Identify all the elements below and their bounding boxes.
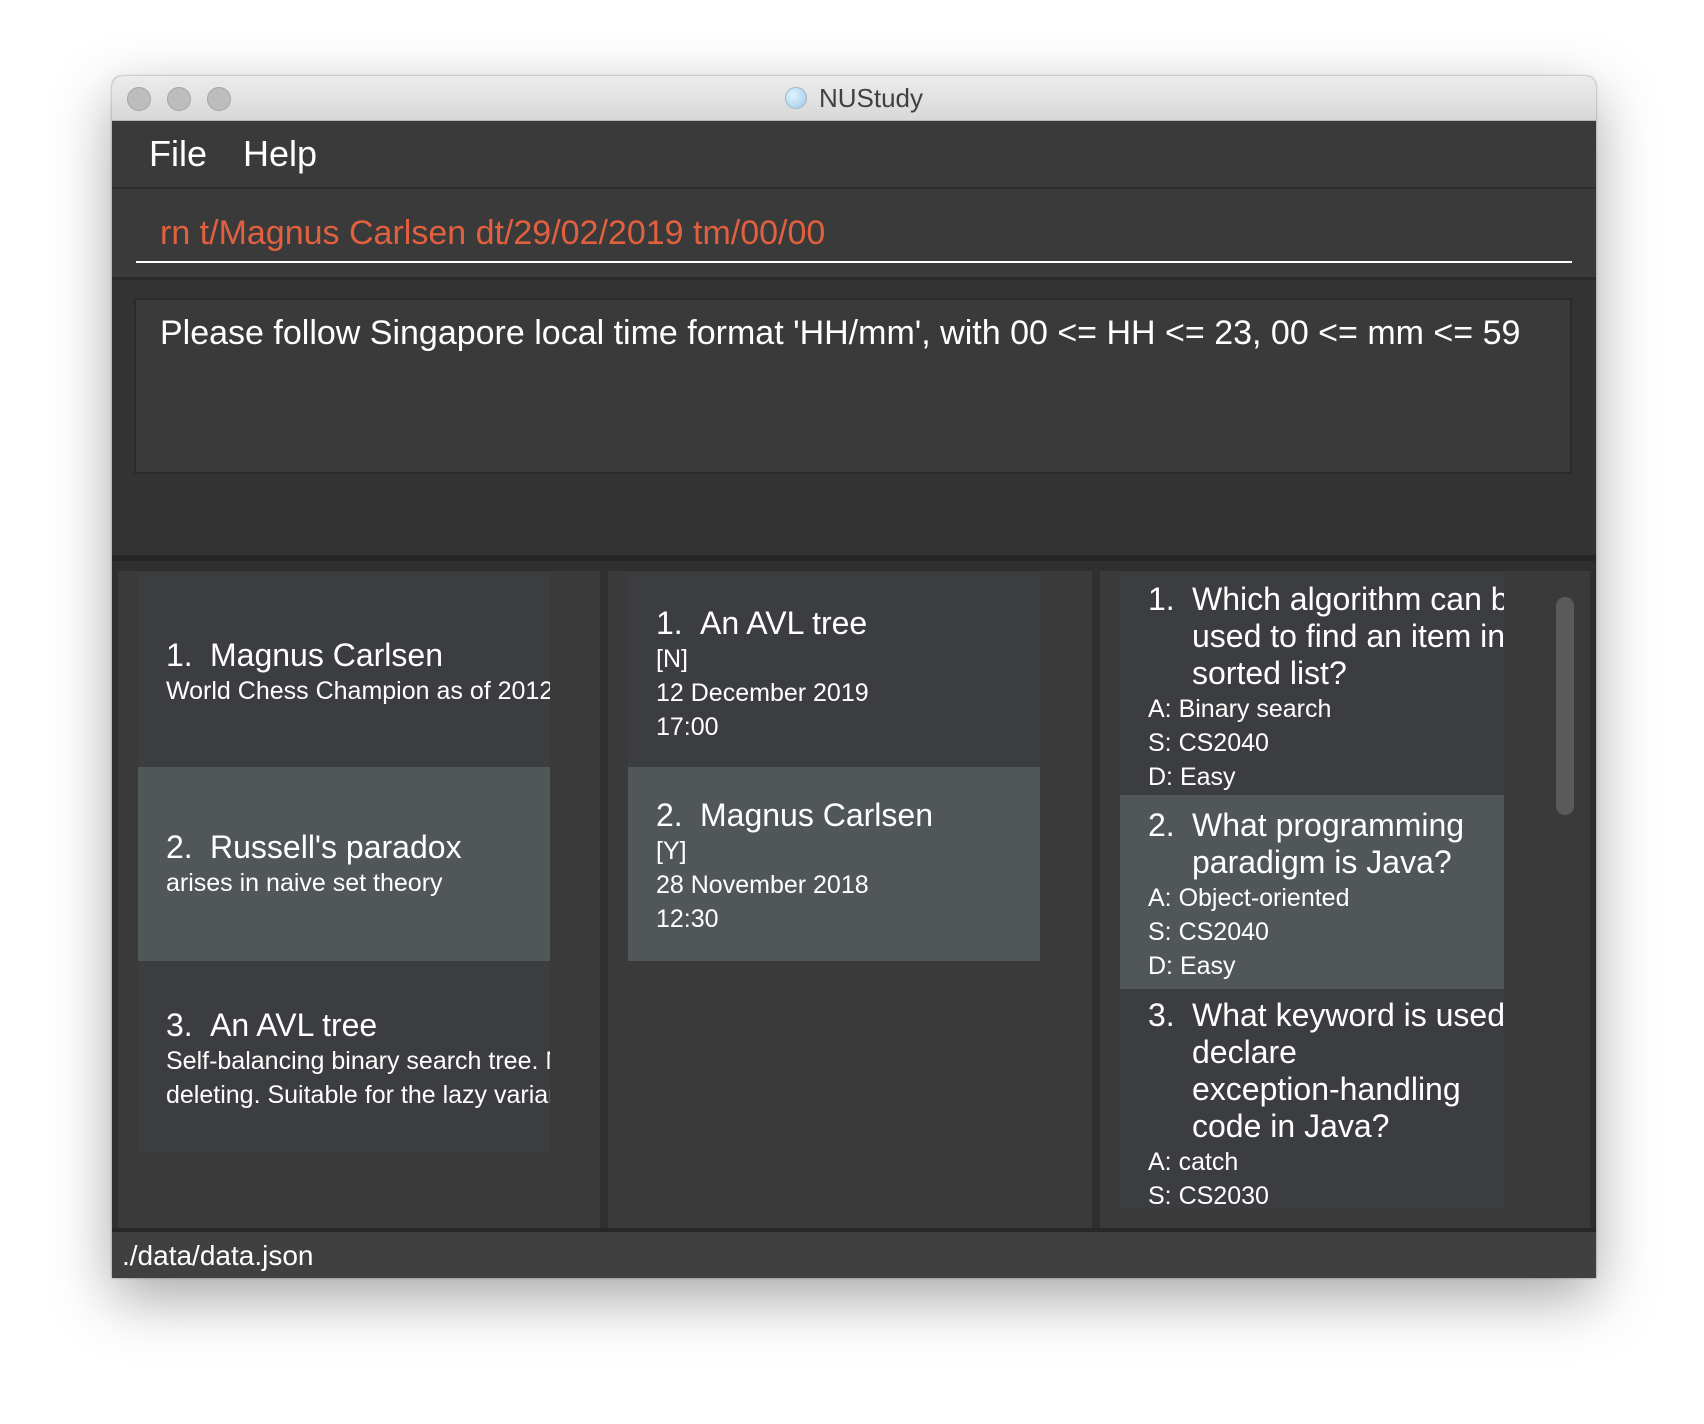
question-list-scrollbar[interactable] xyxy=(1556,597,1574,815)
answer-text: A: Object-oriented xyxy=(1148,884,1350,912)
item-index: 2. xyxy=(166,829,193,865)
question-panel: 1. Which algorithm can be used to find a… xyxy=(1100,571,1590,1278)
question-text: Which algorithm can be xyxy=(1192,581,1504,617)
item-title: Russell's paradox xyxy=(210,829,462,865)
question-text: What keyword is used to xyxy=(1192,997,1504,1033)
list-item[interactable]: 2. Magnus Carlsen [Y] 28 November 2018 12… xyxy=(628,767,1040,961)
list-panels: 1. Magnus Carlsen World Chess Champion as… xyxy=(112,555,1596,1278)
cheatsheet-panel: 1. Magnus Carlsen World Chess Champion as… xyxy=(118,571,600,1278)
item-detail: Self-balancing binary search tree. Nee xyxy=(166,1047,550,1075)
item-date: 12 December 2019 xyxy=(656,679,869,707)
question-text: paradigm is Java? xyxy=(1192,844,1452,880)
item-index: 1. xyxy=(656,605,683,641)
list-item[interactable]: 1. Which algorithm can be used to find a… xyxy=(1120,573,1504,795)
item-index: 2. xyxy=(1148,807,1175,843)
revision-panel: 1. An AVL tree [N] 12 December 2019 17:00… xyxy=(608,571,1092,1278)
item-index: 1. xyxy=(1148,581,1175,617)
item-title: An AVL tree xyxy=(210,1007,378,1043)
item-date: 28 November 2018 xyxy=(656,871,869,899)
subject-text: S: CS2040 xyxy=(1148,918,1269,946)
item-detail: deleting. Suitable for the lazy variant … xyxy=(166,1081,550,1109)
question-text: used to find an item in a xyxy=(1192,618,1504,654)
item-index: 3. xyxy=(166,1007,193,1043)
list-item[interactable]: 2. What programming paradigm is Java? A:… xyxy=(1120,795,1504,989)
app-window: NUStudy File Help rn t/Magnus Carlsen dt… xyxy=(112,76,1596,1278)
command-box: rn t/Magnus Carlsen dt/29/02/2019 tm/00/… xyxy=(112,187,1596,279)
result-message: Please follow Singapore local time forma… xyxy=(160,314,1521,352)
question-text: declare xyxy=(1192,1034,1297,1070)
item-title: Magnus Carlsen xyxy=(700,797,933,833)
item-index: 3. xyxy=(1148,997,1175,1033)
difficulty-text: D: Easy xyxy=(1148,952,1236,980)
list-item[interactable]: 3. An AVL tree Self-balancing binary sear… xyxy=(138,961,550,1153)
item-detail: World Chess Champion as of 2012 xyxy=(166,677,550,705)
menu-bar: File Help xyxy=(112,121,1596,187)
item-status: [N] xyxy=(656,645,688,673)
difficulty-text: D: Easy xyxy=(1148,763,1236,791)
status-bar: ./data/data.json xyxy=(112,1228,1596,1278)
app-icon xyxy=(784,87,807,109)
answer-text: A: catch xyxy=(1148,1148,1239,1176)
result-display: Please follow Singapore local time forma… xyxy=(134,298,1572,474)
item-title: An AVL tree xyxy=(700,605,868,641)
question-text: code in Java? xyxy=(1192,1108,1390,1144)
title-bar: NUStudy xyxy=(112,76,1596,121)
item-title: Magnus Carlsen xyxy=(210,637,443,673)
answer-text: A: Binary search xyxy=(1148,695,1332,723)
question-text: sorted list? xyxy=(1192,655,1347,691)
subject-text: S: CS2030 xyxy=(1148,1182,1269,1209)
menu-help[interactable]: Help xyxy=(243,133,317,175)
list-item[interactable]: 3. What keyword is used to declare excep… xyxy=(1120,989,1504,1209)
result-display-area: Please follow Singapore local time forma… xyxy=(112,277,1596,558)
menu-file[interactable]: File xyxy=(149,133,207,175)
question-text: What programming xyxy=(1192,807,1465,843)
list-item[interactable]: 2. Russell's paradox arises in naive set … xyxy=(138,767,550,961)
command-input[interactable]: rn t/Magnus Carlsen dt/29/02/2019 tm/00/… xyxy=(136,207,1572,263)
item-detail: arises in naive set theory xyxy=(166,869,443,897)
item-time: 12:30 xyxy=(656,905,719,933)
question-text: exception-handling xyxy=(1192,1071,1461,1107)
window-title: NUStudy xyxy=(818,82,924,113)
item-time: 17:00 xyxy=(656,713,719,741)
item-status: [Y] xyxy=(656,837,687,865)
subject-text: S: CS2040 xyxy=(1148,729,1269,757)
data-file-path: ./data/data.json xyxy=(122,1240,314,1271)
item-index: 1. xyxy=(166,637,193,673)
list-item[interactable]: 1. An AVL tree [N] 12 December 2019 17:00 xyxy=(628,573,1040,767)
item-index: 2. xyxy=(656,797,683,833)
list-item[interactable]: 1. Magnus Carlsen World Chess Champion as… xyxy=(138,573,550,767)
